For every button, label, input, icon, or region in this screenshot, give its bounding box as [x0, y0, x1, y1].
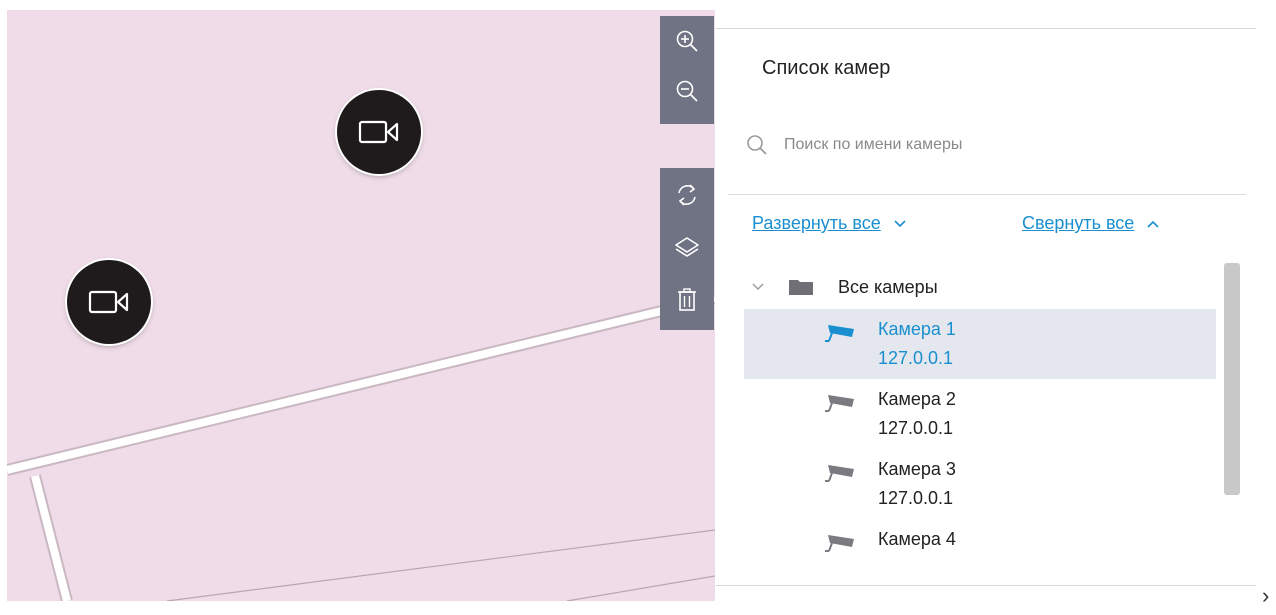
search-bar — [746, 121, 1246, 169]
panel-title: Список камер — [762, 57, 891, 79]
camera-search-input[interactable] — [782, 135, 1206, 155]
camera-name: Камера 1 — [878, 319, 956, 339]
camera-list-item[interactable]: Камера 1 127.0.0.1 — [744, 309, 1216, 379]
layers-button[interactable] — [660, 222, 714, 274]
layers-icon — [675, 237, 699, 257]
divider — [728, 194, 1246, 195]
trash-icon — [678, 288, 696, 311]
camera-marker[interactable] — [337, 90, 421, 174]
camera-name: Камера 4 — [878, 529, 956, 549]
video-camera-icon — [88, 290, 129, 314]
zoom-out-icon — [676, 80, 698, 102]
folder-icon — [788, 278, 814, 296]
cctv-camera-icon — [824, 389, 858, 420]
camera-list-item[interactable]: Камера 4 — [744, 519, 1216, 559]
expand-all-label: Развернуть все — [752, 213, 881, 233]
camera-list-panel: Список камер Развернуть все Свернуть все… — [716, 28, 1256, 615]
zoom-in-icon — [676, 30, 698, 52]
map-tools-toolbar — [660, 168, 714, 330]
cctv-camera-icon — [824, 459, 858, 490]
collapse-all-button[interactable]: Свернуть все — [1022, 213, 1160, 234]
zoom-out-button[interactable] — [660, 66, 714, 116]
map-canvas[interactable] — [7, 10, 715, 601]
camera-address: 127.0.0.1 — [878, 348, 954, 368]
refresh-button[interactable] — [660, 168, 714, 222]
collapse-all-label: Свернуть все — [1022, 213, 1135, 233]
camera-list-item[interactable]: Камера 3 127.0.0.1 — [744, 449, 1216, 519]
chevron-down-icon[interactable] — [752, 283, 764, 291]
camera-address: 127.0.0.1 — [878, 488, 954, 508]
search-icon — [747, 135, 767, 155]
delete-button[interactable] — [660, 274, 714, 326]
refresh-icon — [678, 184, 696, 206]
video-camera-icon — [358, 120, 399, 144]
zoom-toolbar — [660, 16, 714, 124]
chevron-right-icon[interactable]: › — [1262, 583, 1269, 609]
chevron-up-icon — [1146, 219, 1160, 229]
scrollbar[interactable] — [1224, 263, 1240, 495]
camera-address: 127.0.0.1 — [878, 418, 954, 438]
camera-name: Камера 3 — [878, 459, 956, 479]
camera-list-item[interactable]: Камера 2 127.0.0.1 — [744, 379, 1216, 449]
expand-all-button[interactable]: Развернуть все — [752, 213, 907, 234]
camera-name: Камера 2 — [878, 389, 956, 409]
zoom-in-button[interactable] — [660, 16, 714, 66]
cctv-camera-icon — [824, 319, 858, 350]
tree-folder-all-cameras[interactable]: Все камеры — [744, 265, 1216, 309]
chevron-down-icon — [893, 219, 907, 229]
camera-tree: Все камеры Камера 1 127.0.0.1 Камера 2 1… — [744, 265, 1216, 559]
camera-marker[interactable] — [67, 260, 151, 344]
divider — [716, 585, 1256, 586]
folder-label: Все камеры — [838, 276, 938, 297]
cctv-camera-icon — [824, 529, 858, 559]
